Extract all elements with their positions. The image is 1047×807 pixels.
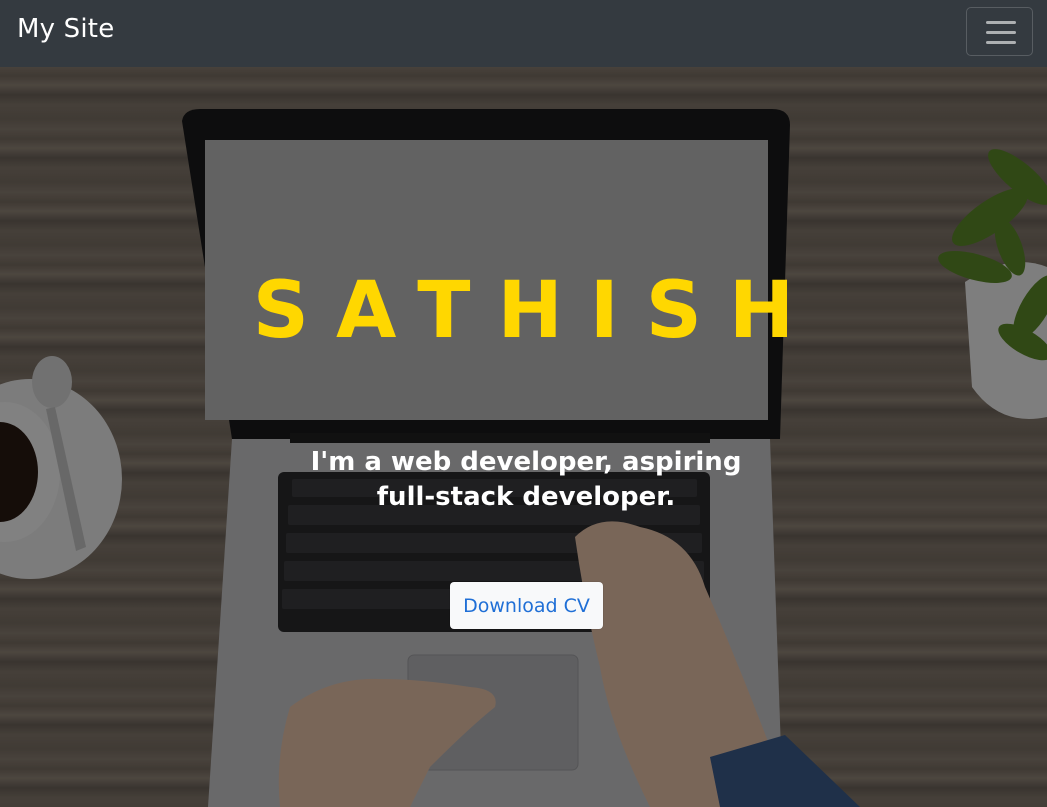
- hero-dark-overlay: [0, 67, 1047, 807]
- hero-section: SATHISH I'm a web developer, aspiring fu…: [0, 67, 1047, 807]
- hero-subtitle: I'm a web developer, aspiring full-stack…: [310, 447, 742, 512]
- hero-title: SATHISH: [252, 266, 822, 356]
- navbar: My Site: [0, 0, 1047, 67]
- page: My Site SATHISH I'm a web developer, asp…: [0, 0, 1047, 807]
- download-cv-button[interactable]: Download CV: [450, 582, 603, 629]
- hamburger-menu-icon: [986, 21, 1016, 24]
- navbar-toggler-button[interactable]: [966, 7, 1033, 56]
- hamburger-bar: [986, 41, 1016, 44]
- brand-link[interactable]: My Site: [17, 14, 114, 44]
- hamburger-bar: [986, 31, 1016, 34]
